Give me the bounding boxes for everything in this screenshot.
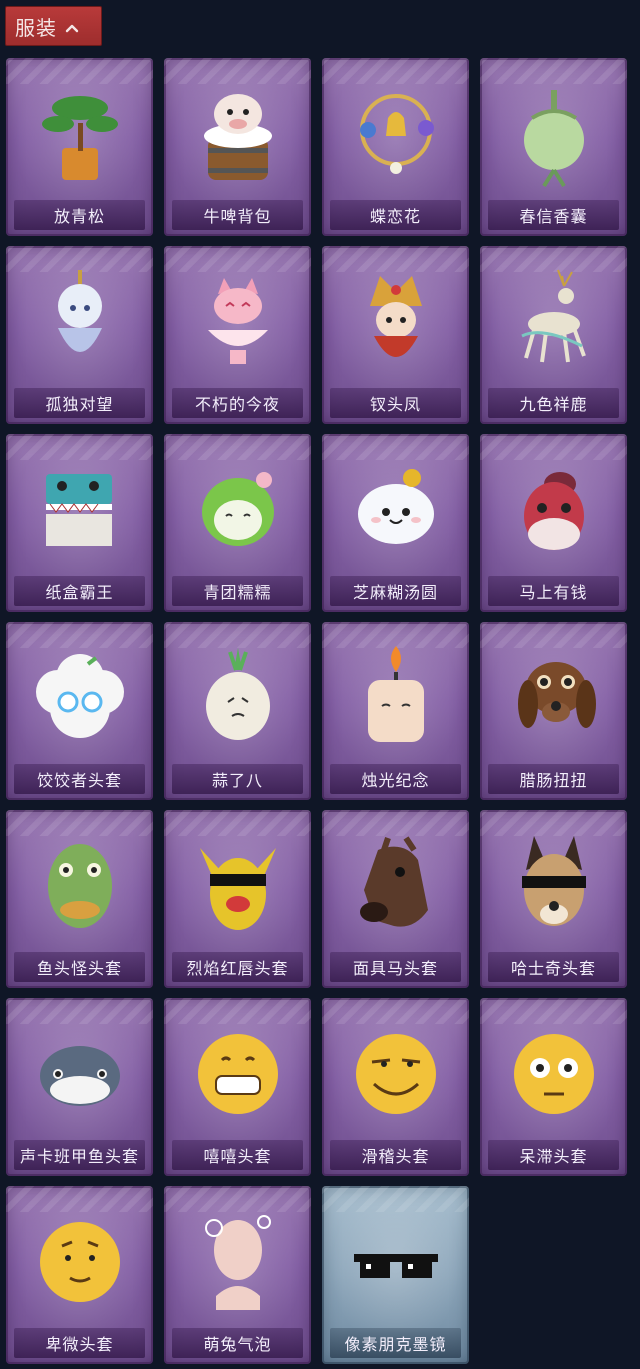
costume-name: 牛啤背包 bbox=[172, 200, 303, 230]
costume-card[interactable]: 饺饺者头套 bbox=[6, 622, 153, 800]
costume-name: 卑微头套 bbox=[14, 1328, 145, 1358]
humble-emoji-icon bbox=[28, 1206, 132, 1318]
costume-card[interactable]: 呆滞头套 bbox=[480, 998, 627, 1176]
section-header-clothing[interactable]: 服装 bbox=[5, 6, 102, 46]
costume-name: 烛光纪念 bbox=[330, 764, 461, 794]
phoenix-crown-doll-icon bbox=[344, 266, 448, 378]
green-dumpling-icon bbox=[186, 454, 290, 566]
costume-name: 饺饺者头套 bbox=[14, 764, 145, 794]
costume-name: 钗头凤 bbox=[330, 388, 461, 418]
chevron-up-icon[interactable] bbox=[65, 14, 79, 38]
costume-card[interactable]: 鱼头怪头套 bbox=[6, 810, 153, 988]
costume-name: 孤独对望 bbox=[14, 388, 145, 418]
costume-name: 青团糯糯 bbox=[172, 576, 303, 606]
costume-card[interactable]: 滑稽头套 bbox=[322, 998, 469, 1176]
costume-name: 纸盒霸王 bbox=[14, 576, 145, 606]
costume-card[interactable]: 九色祥鹿 bbox=[480, 246, 627, 424]
costume-card[interactable]: 纸盒霸王 bbox=[6, 434, 153, 612]
grinning-emoji-icon bbox=[186, 1018, 290, 1130]
dachshund-head-icon bbox=[502, 642, 606, 754]
costume-card[interactable]: 蒜了八 bbox=[164, 622, 311, 800]
garlic-head-icon bbox=[186, 642, 290, 754]
costume-card[interactable]: 蝶恋花 bbox=[322, 58, 469, 236]
costume-name: 蒜了八 bbox=[172, 764, 303, 794]
cow-beer-barrel-icon bbox=[186, 78, 290, 190]
costume-card[interactable]: 芝麻糊汤圆 bbox=[322, 434, 469, 612]
costume-card[interactable]: 孤独对望 bbox=[6, 246, 153, 424]
dumpling-cloud-head-icon bbox=[28, 642, 132, 754]
fish-mask-icon bbox=[28, 830, 132, 942]
butterfly-flower-bell-icon bbox=[344, 78, 448, 190]
wardrobe-page: 服装 放青松 牛啤背包 蝶恋花 春信香囊 孤独对望 不朽的今夜 钗头凤 九色祥鹿… bbox=[0, 0, 640, 1369]
horse-mask-icon bbox=[344, 830, 448, 942]
costume-name: 呆滞头套 bbox=[488, 1140, 619, 1170]
costume-card[interactable]: 声卡班甲鱼头套 bbox=[6, 998, 153, 1176]
pink-fox-bowl-icon bbox=[186, 266, 290, 378]
costume-name: 嘻嘻头套 bbox=[172, 1140, 303, 1170]
costume-card[interactable]: 烈焰红唇头套 bbox=[164, 810, 311, 988]
costume-name: 面具马头套 bbox=[330, 952, 461, 982]
costume-name: 鱼头怪头套 bbox=[14, 952, 145, 982]
costume-card[interactable]: 春信香囊 bbox=[480, 58, 627, 236]
costume-name: 九色祥鹿 bbox=[488, 388, 619, 418]
costume-name: 放青松 bbox=[14, 200, 145, 230]
costume-name: 马上有钱 bbox=[488, 576, 619, 606]
white-rice-ball-icon bbox=[344, 454, 448, 566]
costume-card[interactable]: 不朽的今夜 bbox=[164, 246, 311, 424]
costume-card[interactable]: 萌兔气泡 bbox=[164, 1186, 311, 1364]
whale-head-icon bbox=[28, 1018, 132, 1130]
costume-card[interactable]: 面具马头套 bbox=[322, 810, 469, 988]
costume-card[interactable]: 腊肠扭扭 bbox=[480, 622, 627, 800]
costume-name: 春信香囊 bbox=[488, 200, 619, 230]
sachet-pouch-icon bbox=[502, 78, 606, 190]
costume-name: 声卡班甲鱼头套 bbox=[14, 1140, 145, 1170]
costume-card[interactable]: 钗头凤 bbox=[322, 246, 469, 424]
costume-name: 不朽的今夜 bbox=[172, 388, 303, 418]
costume-card[interactable]: 马上有钱 bbox=[480, 434, 627, 612]
costume-name: 烈焰红唇头套 bbox=[172, 952, 303, 982]
section-title: 服装 bbox=[15, 15, 57, 40]
costume-name: 哈士奇头套 bbox=[488, 952, 619, 982]
costume-card[interactable]: 嘻嘻头套 bbox=[164, 998, 311, 1176]
nine-color-deer-icon bbox=[502, 266, 606, 378]
yellow-pikachu-mask-icon bbox=[186, 830, 290, 942]
box-dinosaur-icon bbox=[28, 454, 132, 566]
costume-name: 腊肠扭扭 bbox=[488, 764, 619, 794]
husky-sunglasses-icon bbox=[502, 830, 606, 942]
item-grid: 放青松 牛啤背包 蝶恋花 春信香囊 孤独对望 不朽的今夜 钗头凤 九色祥鹿 纸盒… bbox=[6, 58, 627, 1369]
funny-emoji-icon bbox=[344, 1018, 448, 1130]
costume-card[interactable]: 牛啤背包 bbox=[164, 58, 311, 236]
costume-name: 芝麻糊汤圆 bbox=[330, 576, 461, 606]
costume-card[interactable]: 像素朋克墨镜 bbox=[322, 1186, 469, 1364]
bunny-bubble-icon bbox=[186, 1206, 290, 1318]
candle-head-icon bbox=[344, 642, 448, 754]
costume-card[interactable]: 卑微头套 bbox=[6, 1186, 153, 1364]
red-horse-head-icon bbox=[502, 454, 606, 566]
pixel-sunglasses-icon bbox=[344, 1206, 448, 1318]
costume-name: 像素朋克墨镜 bbox=[330, 1328, 461, 1358]
bonsai-pine-icon bbox=[28, 78, 132, 190]
costume-card[interactable]: 哈士奇头套 bbox=[480, 810, 627, 988]
costume-name: 滑稽头套 bbox=[330, 1140, 461, 1170]
costume-card[interactable]: 青团糯糯 bbox=[164, 434, 311, 612]
costume-card[interactable]: 放青松 bbox=[6, 58, 153, 236]
costume-card[interactable]: 烛光纪念 bbox=[322, 622, 469, 800]
costume-name: 蝶恋花 bbox=[330, 200, 461, 230]
dazed-emoji-icon bbox=[502, 1018, 606, 1130]
ice-doll-pendant-icon bbox=[28, 266, 132, 378]
costume-name: 萌兔气泡 bbox=[172, 1328, 303, 1358]
